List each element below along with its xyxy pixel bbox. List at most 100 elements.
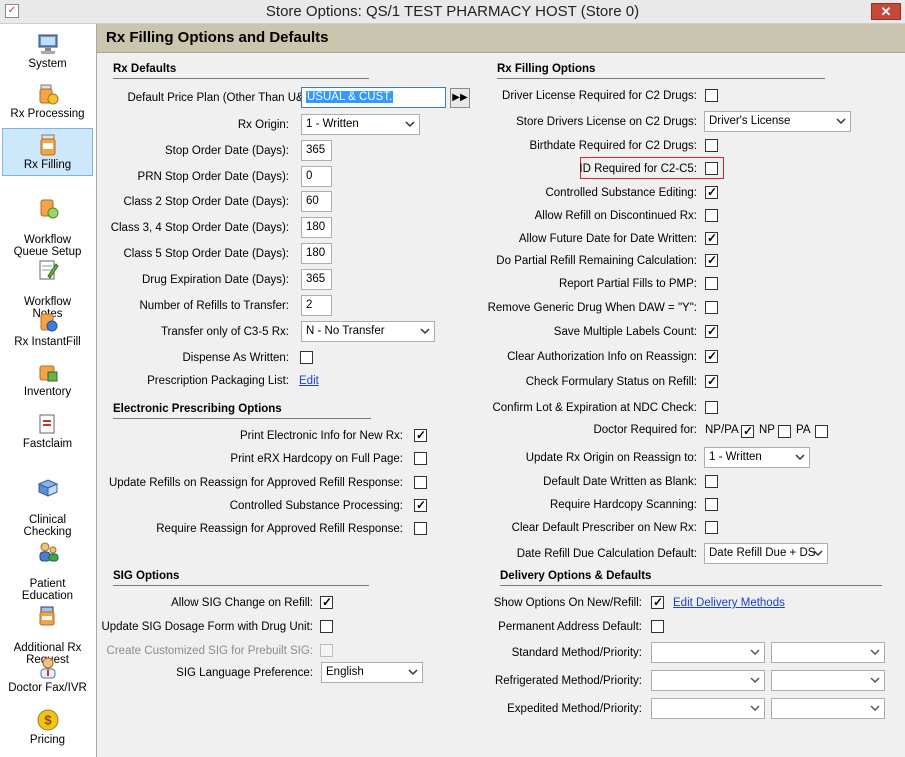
formulary-label: Check Formulary Status on Refill: [525, 376, 697, 388]
workflow-queue-icon [40, 199, 58, 219]
svg-text:$: $ [44, 713, 52, 728]
sidebar-item-workflow-queue-setup[interactable]: Workflow Queue Setup [2, 184, 93, 258]
standard-method-label: Standard Method/Priority: [511, 647, 642, 659]
packaging-label: Prescription Packaging List: [147, 375, 289, 387]
sidebar-item-rx-filling[interactable]: Rx Filling [2, 128, 93, 176]
confirm-lot-checkbox[interactable] [705, 401, 718, 414]
notes-pencil-icon [39, 260, 59, 280]
prn-stop-input[interactable]: 0 [301, 166, 332, 187]
formulary-checkbox[interactable]: ✓ [705, 374, 718, 388]
chevron-down-icon [750, 649, 760, 656]
eprescribing-label: Print Electronic Info for New Rx: [240, 430, 403, 442]
sig-language-label: SIG Language Preference: [176, 667, 313, 679]
doctor-required-label: Doctor Required for: [593, 424, 697, 436]
controlled-substance-processing-checkbox[interactable]: ✓ [414, 498, 427, 512]
eprescribing-label: Update Refills on Reassign for Approved … [108, 477, 403, 489]
class2-stop-input[interactable]: 60 [301, 191, 332, 212]
class5-stop-label: Class 5 Stop Order Date (Days): [123, 248, 289, 260]
default-blank-checkbox[interactable] [705, 475, 718, 488]
pa-checkbox[interactable] [815, 425, 828, 438]
future-date-checkbox[interactable]: ✓ [705, 231, 718, 245]
hardcopy-label: Require Hardcopy Scanning: [549, 499, 697, 511]
clear-auth-label: Clear Authorization Info on Reassign: [507, 351, 697, 363]
np-pa-label: NP/PA [705, 424, 739, 436]
due-calc-select[interactable]: Date Refill Due + DS [704, 543, 828, 564]
sidebar-item-additional-rx-request[interactable]: Additional Rx Request [2, 592, 93, 666]
class34-stop-input[interactable]: 180 [301, 217, 332, 238]
sidebar-item-workflow-notes[interactable]: Workflow Notes [2, 246, 93, 320]
sidebar-item-pricing[interactable]: $ Pricing [2, 708, 93, 752]
refills-transfer-input[interactable]: 2 [301, 295, 332, 316]
controlled-editing-checkbox[interactable]: ✓ [705, 185, 718, 199]
refrigerated-method-select[interactable] [651, 670, 765, 691]
price-plan-input[interactable]: USUAL & CUST. [301, 87, 446, 108]
require-reassign-checkbox[interactable] [414, 522, 427, 535]
confirm-lot-label: Confirm Lot & Expiration at NDC Check: [492, 402, 697, 414]
prn-stop-label: PRN Stop Order Date (Days): [137, 171, 289, 183]
np-checkbox[interactable] [778, 425, 791, 438]
show-options-label: Show Options On New/Refill: [493, 597, 642, 609]
birthdate-checkbox[interactable] [705, 139, 718, 152]
show-options-checkbox[interactable]: ✓ [651, 595, 664, 609]
page-header: Rx Filling Options and Defaults [97, 24, 905, 53]
sidebar-item-patient-education[interactable]: Patient Education [2, 528, 93, 602]
permanent-address-label: Permanent Address Default: [498, 621, 642, 633]
daw-label: Dispense As Written: [182, 352, 289, 364]
partial-calc-checkbox[interactable]: ✓ [705, 253, 718, 267]
sidebar-item-label: Doctor Fax/IVR [8, 682, 87, 694]
clinical-book-icon [37, 479, 58, 497]
section-rx-filling-options: Rx Filling Options [497, 63, 825, 79]
partial-pmp-checkbox[interactable] [705, 277, 718, 290]
sidebar-item-inventory[interactable]: Inventory [2, 360, 93, 404]
class5-stop-input[interactable]: 180 [301, 243, 332, 264]
permanent-address-checkbox[interactable] [651, 620, 664, 633]
pill-bottle-gear-icon [39, 84, 58, 105]
sidebar-item-rx-instantfill[interactable]: Rx InstantFill [2, 310, 93, 354]
sidebar-item-label: Fastclaim [22, 438, 73, 450]
standard-priority-select[interactable] [771, 642, 885, 663]
sidebar-item-fastclaim[interactable]: Fastclaim [2, 412, 93, 456]
store-dl-value: Driver's License [709, 115, 791, 127]
packaging-edit-link[interactable]: Edit [299, 375, 319, 387]
price-plan-lookup-button[interactable]: ▶▶ [450, 88, 470, 108]
np-pa-checkbox[interactable]: ✓ [741, 424, 754, 438]
print-erx-hardcopy-checkbox[interactable] [414, 452, 427, 465]
close-button[interactable]: ✕ [871, 3, 901, 20]
expedited-priority-select[interactable] [771, 698, 885, 719]
refrigerated-priority-select[interactable] [771, 670, 885, 691]
sidebar-item-clinical-checking[interactable]: Clinical Checking [2, 464, 93, 538]
drug-expiration-input[interactable]: 365 [301, 269, 332, 290]
allow-refill-discontinued-checkbox[interactable] [705, 209, 718, 222]
clear-prescriber-checkbox[interactable] [705, 521, 718, 534]
birthdate-label: Birthdate Required for C2 Drugs: [529, 140, 697, 152]
daw-checkbox[interactable] [300, 351, 313, 364]
print-electronic-info-checkbox[interactable]: ✓ [414, 428, 427, 442]
rx-origin-select[interactable]: 1 - Written [301, 114, 420, 135]
sidebar-item-system[interactable]: System [2, 32, 93, 76]
driver-license-checkbox[interactable] [705, 89, 718, 102]
section-divider [500, 585, 882, 586]
edit-delivery-methods-link[interactable]: Edit Delivery Methods [673, 597, 785, 609]
update-origin-select[interactable]: 1 - Written [704, 447, 810, 468]
update-refills-reassign-checkbox[interactable] [414, 476, 427, 489]
expedited-method-select[interactable] [651, 698, 765, 719]
update-sig-dosage-checkbox[interactable] [320, 620, 333, 633]
save-labels-checkbox[interactable]: ✓ [705, 324, 718, 338]
customized-sig-label: Create Customized SIG for Prebuilt SIG: [106, 645, 313, 657]
clear-auth-checkbox[interactable]: ✓ [705, 349, 718, 363]
sidebar-item-doctor-fax-ivr[interactable]: Doctor Fax/IVR [2, 656, 93, 700]
transfer-c35-select[interactable]: N - No Transfer [301, 321, 435, 342]
stop-order-input[interactable]: 365 [301, 140, 332, 161]
allow-sig-change-checkbox[interactable]: ✓ [320, 595, 333, 609]
future-date-label: Allow Future Date for Date Written: [518, 233, 697, 245]
id-required-checkbox[interactable] [705, 162, 718, 175]
standard-method-select[interactable] [651, 642, 765, 663]
checkmark-icon: ✓ [707, 324, 718, 338]
dollar-coin-icon: $ [37, 709, 58, 731]
sidebar-item-rx-processing[interactable]: Rx Processing [2, 82, 93, 126]
remove-generic-checkbox[interactable] [705, 301, 718, 314]
sig-language-select[interactable]: English [321, 662, 423, 683]
hardcopy-checkbox[interactable] [705, 498, 718, 511]
store-dl-select[interactable]: Driver's License [704, 111, 851, 132]
sidebar-item-label: Rx Processing [10, 108, 85, 120]
